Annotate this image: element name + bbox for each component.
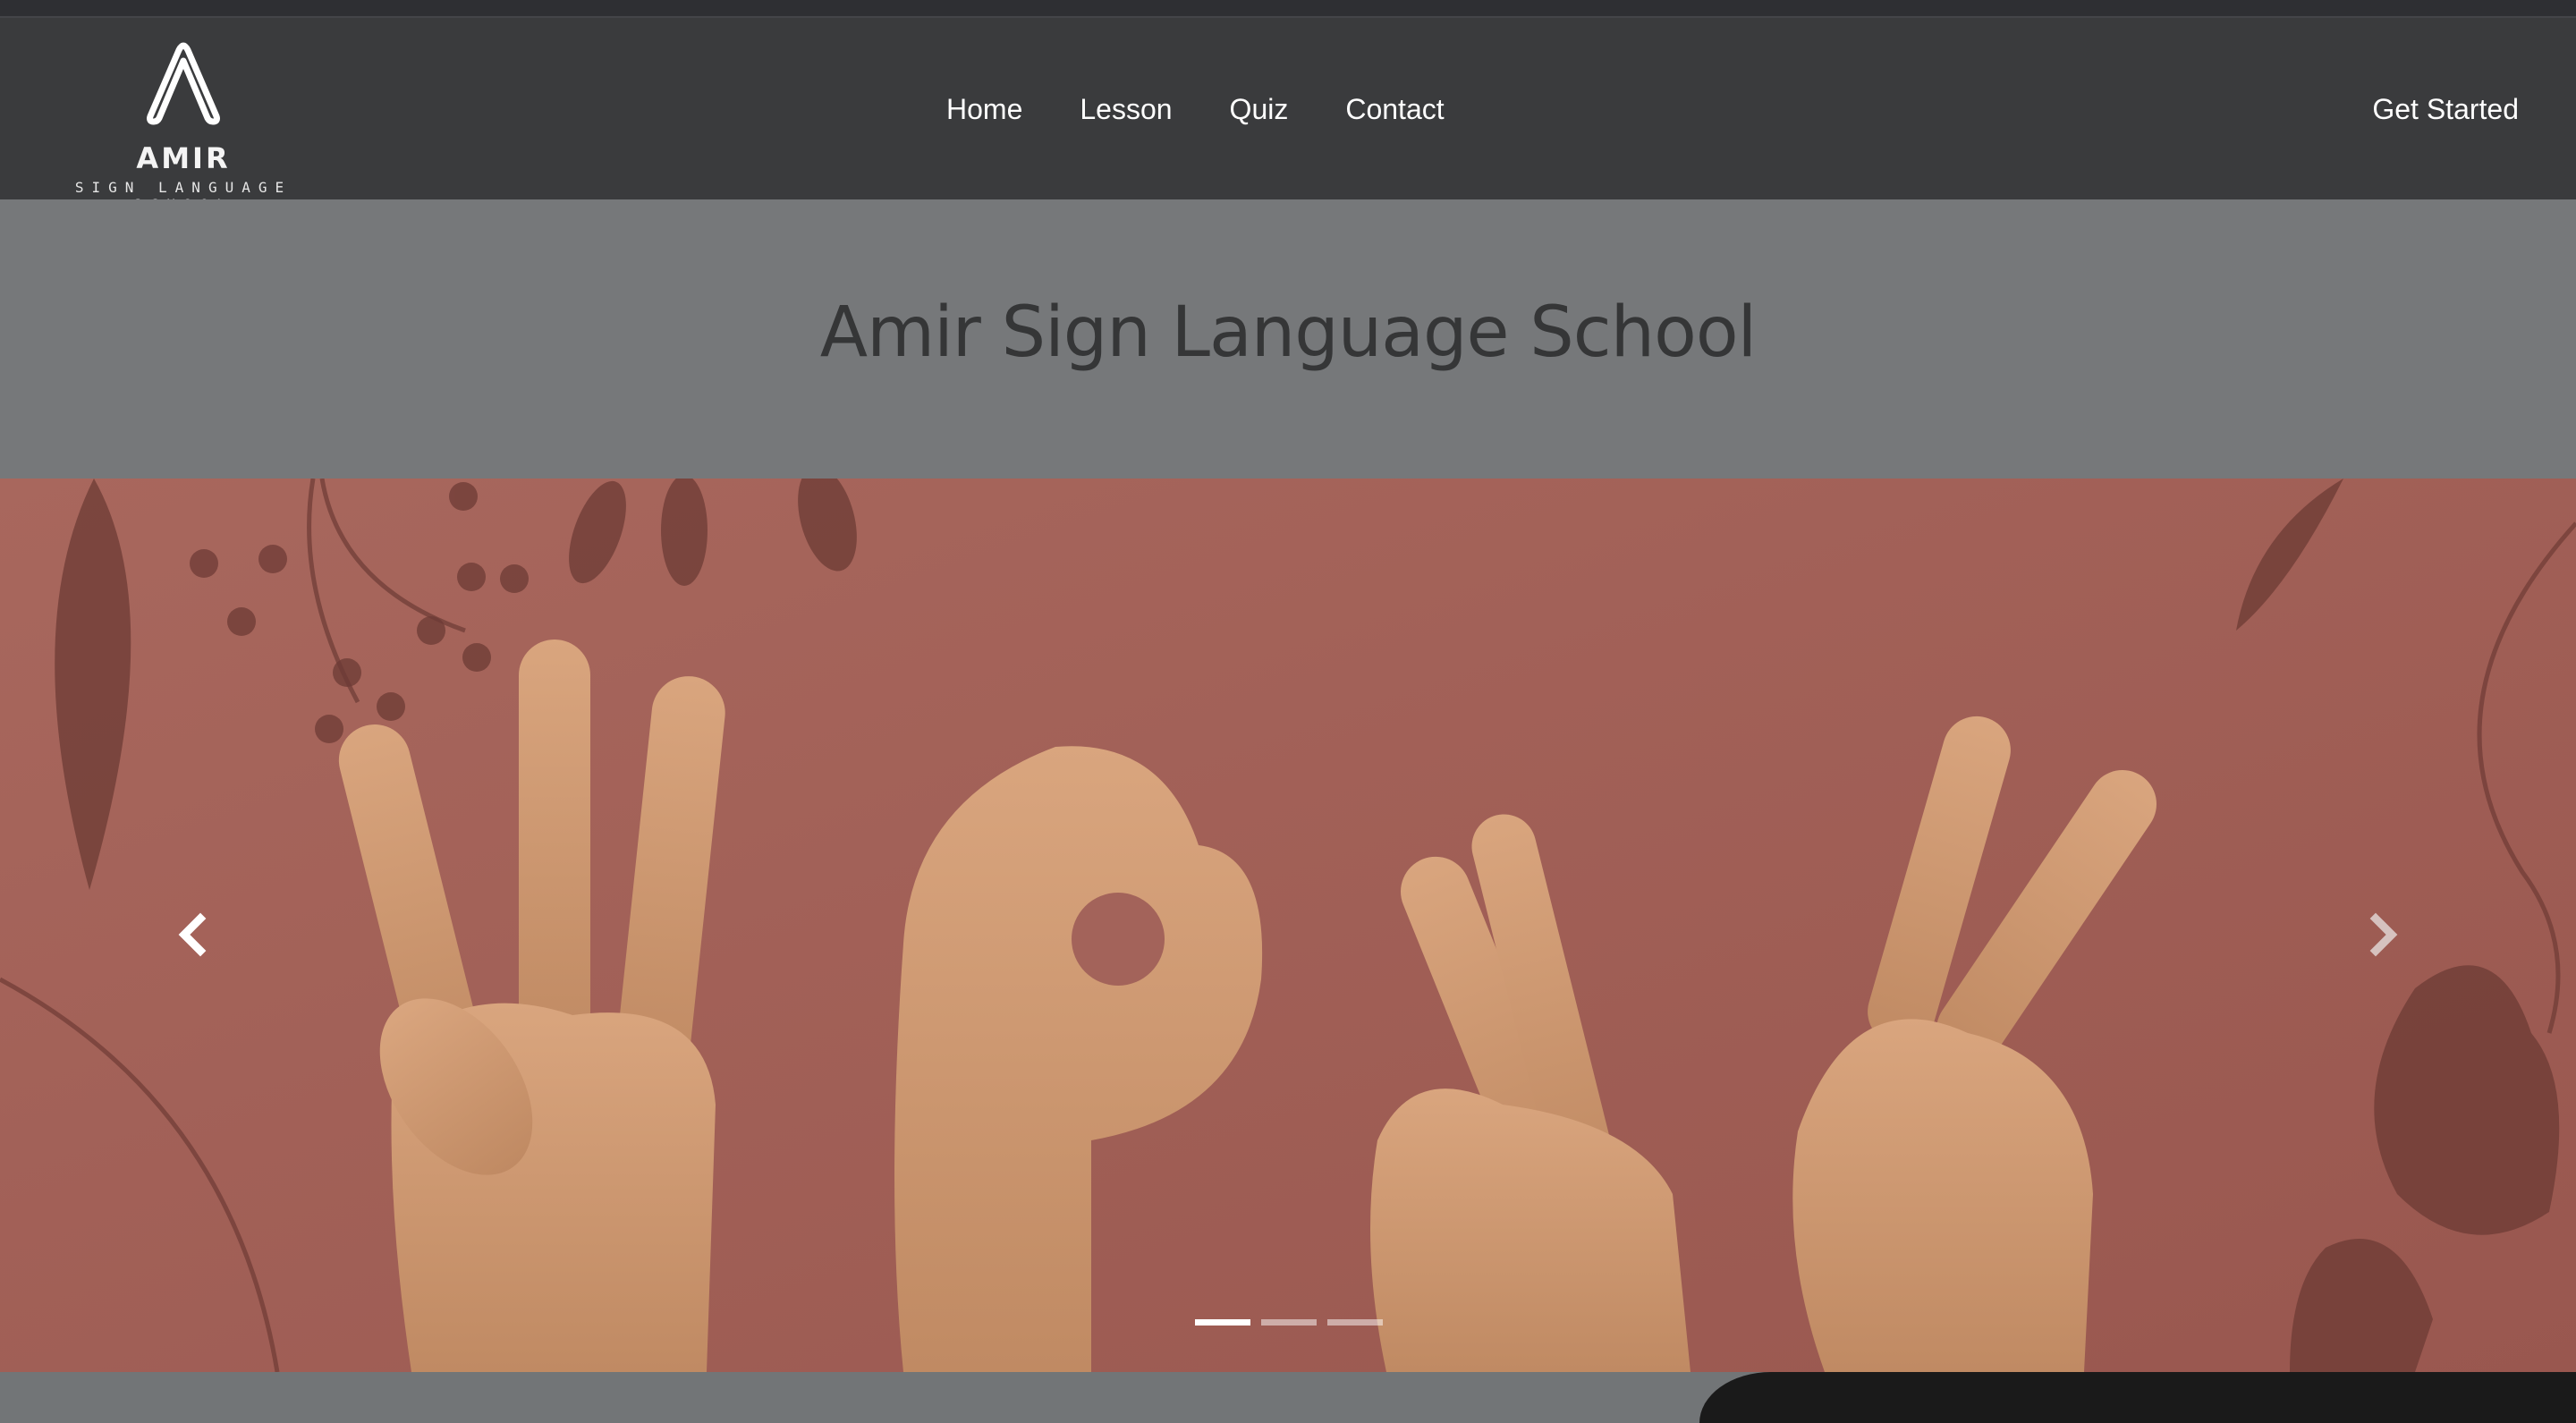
carousel-prev-button[interactable] (157, 899, 229, 970)
carousel-next-button[interactable] (2347, 899, 2419, 970)
hero-carousel (0, 479, 2576, 1372)
main-nav: Home Lesson Quiz Contact (946, 93, 1502, 126)
nav-link-quiz[interactable]: Quiz (1230, 93, 1289, 126)
get-started-button[interactable]: Get Started (2372, 93, 2519, 126)
page-title: Amir Sign Language School (819, 292, 1757, 373)
carousel-indicator-3[interactable] (1327, 1319, 1383, 1326)
a-mark-logo-icon (147, 42, 220, 125)
brand-name: AMIR (136, 141, 231, 175)
nav-link-contact[interactable]: Contact (1345, 93, 1444, 126)
next-section-band (0, 1372, 2576, 1423)
chevron-right-icon (2369, 912, 2398, 957)
hands-signing-image (0, 479, 2576, 1372)
hero-title-band: Amir Sign Language School (0, 199, 2576, 479)
brand-logo[interactable]: AMIR SIGN LANGUAGE SCHOOL (27, 34, 340, 213)
nav-link-home[interactable]: Home (946, 93, 1022, 126)
carousel-indicator-1[interactable] (1195, 1319, 1250, 1326)
nav-link-lesson[interactable]: Lesson (1080, 93, 1172, 126)
carousel-indicator-2[interactable] (1261, 1319, 1317, 1326)
next-section-image-edge (1699, 1372, 2576, 1423)
navbar: AMIR SIGN LANGUAGE SCHOOL Home Lesson Qu… (0, 18, 2576, 213)
carousel-indicators (1195, 1319, 1383, 1326)
browser-top-strip (0, 0, 2576, 18)
chevron-left-icon (178, 912, 207, 957)
